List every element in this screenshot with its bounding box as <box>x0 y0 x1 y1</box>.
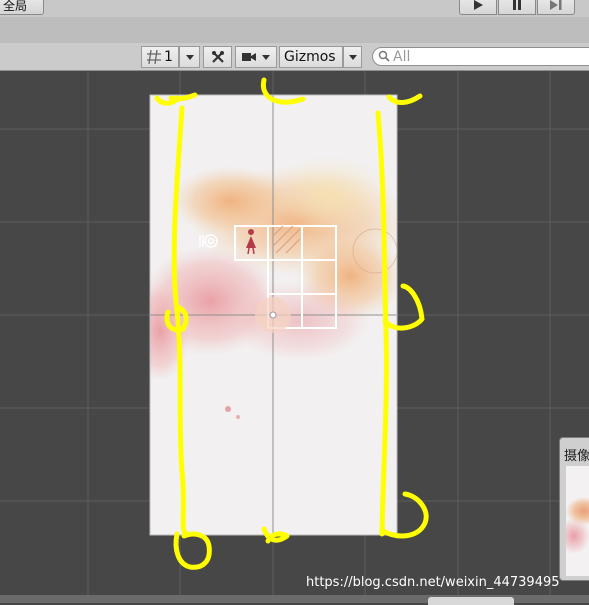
search-icon <box>378 50 390 62</box>
chevron-down-icon <box>348 54 357 60</box>
video-camera-icon <box>242 53 256 61</box>
scene-camera-button[interactable] <box>235 46 277 68</box>
camera-preview-panel[interactable]: 摄像机 <box>559 437 589 581</box>
gizmos-dropdown[interactable] <box>343 46 362 68</box>
pause-button[interactable] <box>498 0 536 15</box>
step-button[interactable] <box>537 0 575 15</box>
scene-tab-strip <box>0 17 589 43</box>
grid-icon <box>147 49 161 65</box>
grid-size-value: 1 <box>164 49 173 65</box>
scene-view[interactable]: 摄像机 <box>0 71 589 595</box>
gizmos-button[interactable]: Gizmos <box>279 46 343 68</box>
grid-toggle-button[interactable]: 1 <box>141 46 179 68</box>
tools-button[interactable] <box>203 46 232 68</box>
top-toolbar: 全局 <box>0 0 589 17</box>
search-placeholder: All <box>393 49 411 65</box>
watermark-text: https://blog.csdn.net/weixin_44739495 <box>306 575 560 590</box>
layout-button[interactable]: 全局 <box>0 0 44 15</box>
step-icon <box>550 0 562 10</box>
play-button[interactable] <box>459 0 497 15</box>
pause-icon <box>513 0 521 10</box>
camera-preview-image <box>566 466 589 576</box>
chevron-down-icon <box>185 54 194 60</box>
play-icon <box>474 0 483 10</box>
scene-canvas <box>0 71 589 595</box>
chevron-down-icon <box>262 54 270 60</box>
camera-preview-title: 摄像机 <box>564 449 589 464</box>
tools-icon <box>211 51 224 63</box>
hierarchy-search-input[interactable]: All <box>372 47 589 66</box>
center-gizmo <box>255 297 291 333</box>
bottom-tab[interactable] <box>428 597 514 605</box>
grid-dropdown[interactable] <box>179 46 200 68</box>
